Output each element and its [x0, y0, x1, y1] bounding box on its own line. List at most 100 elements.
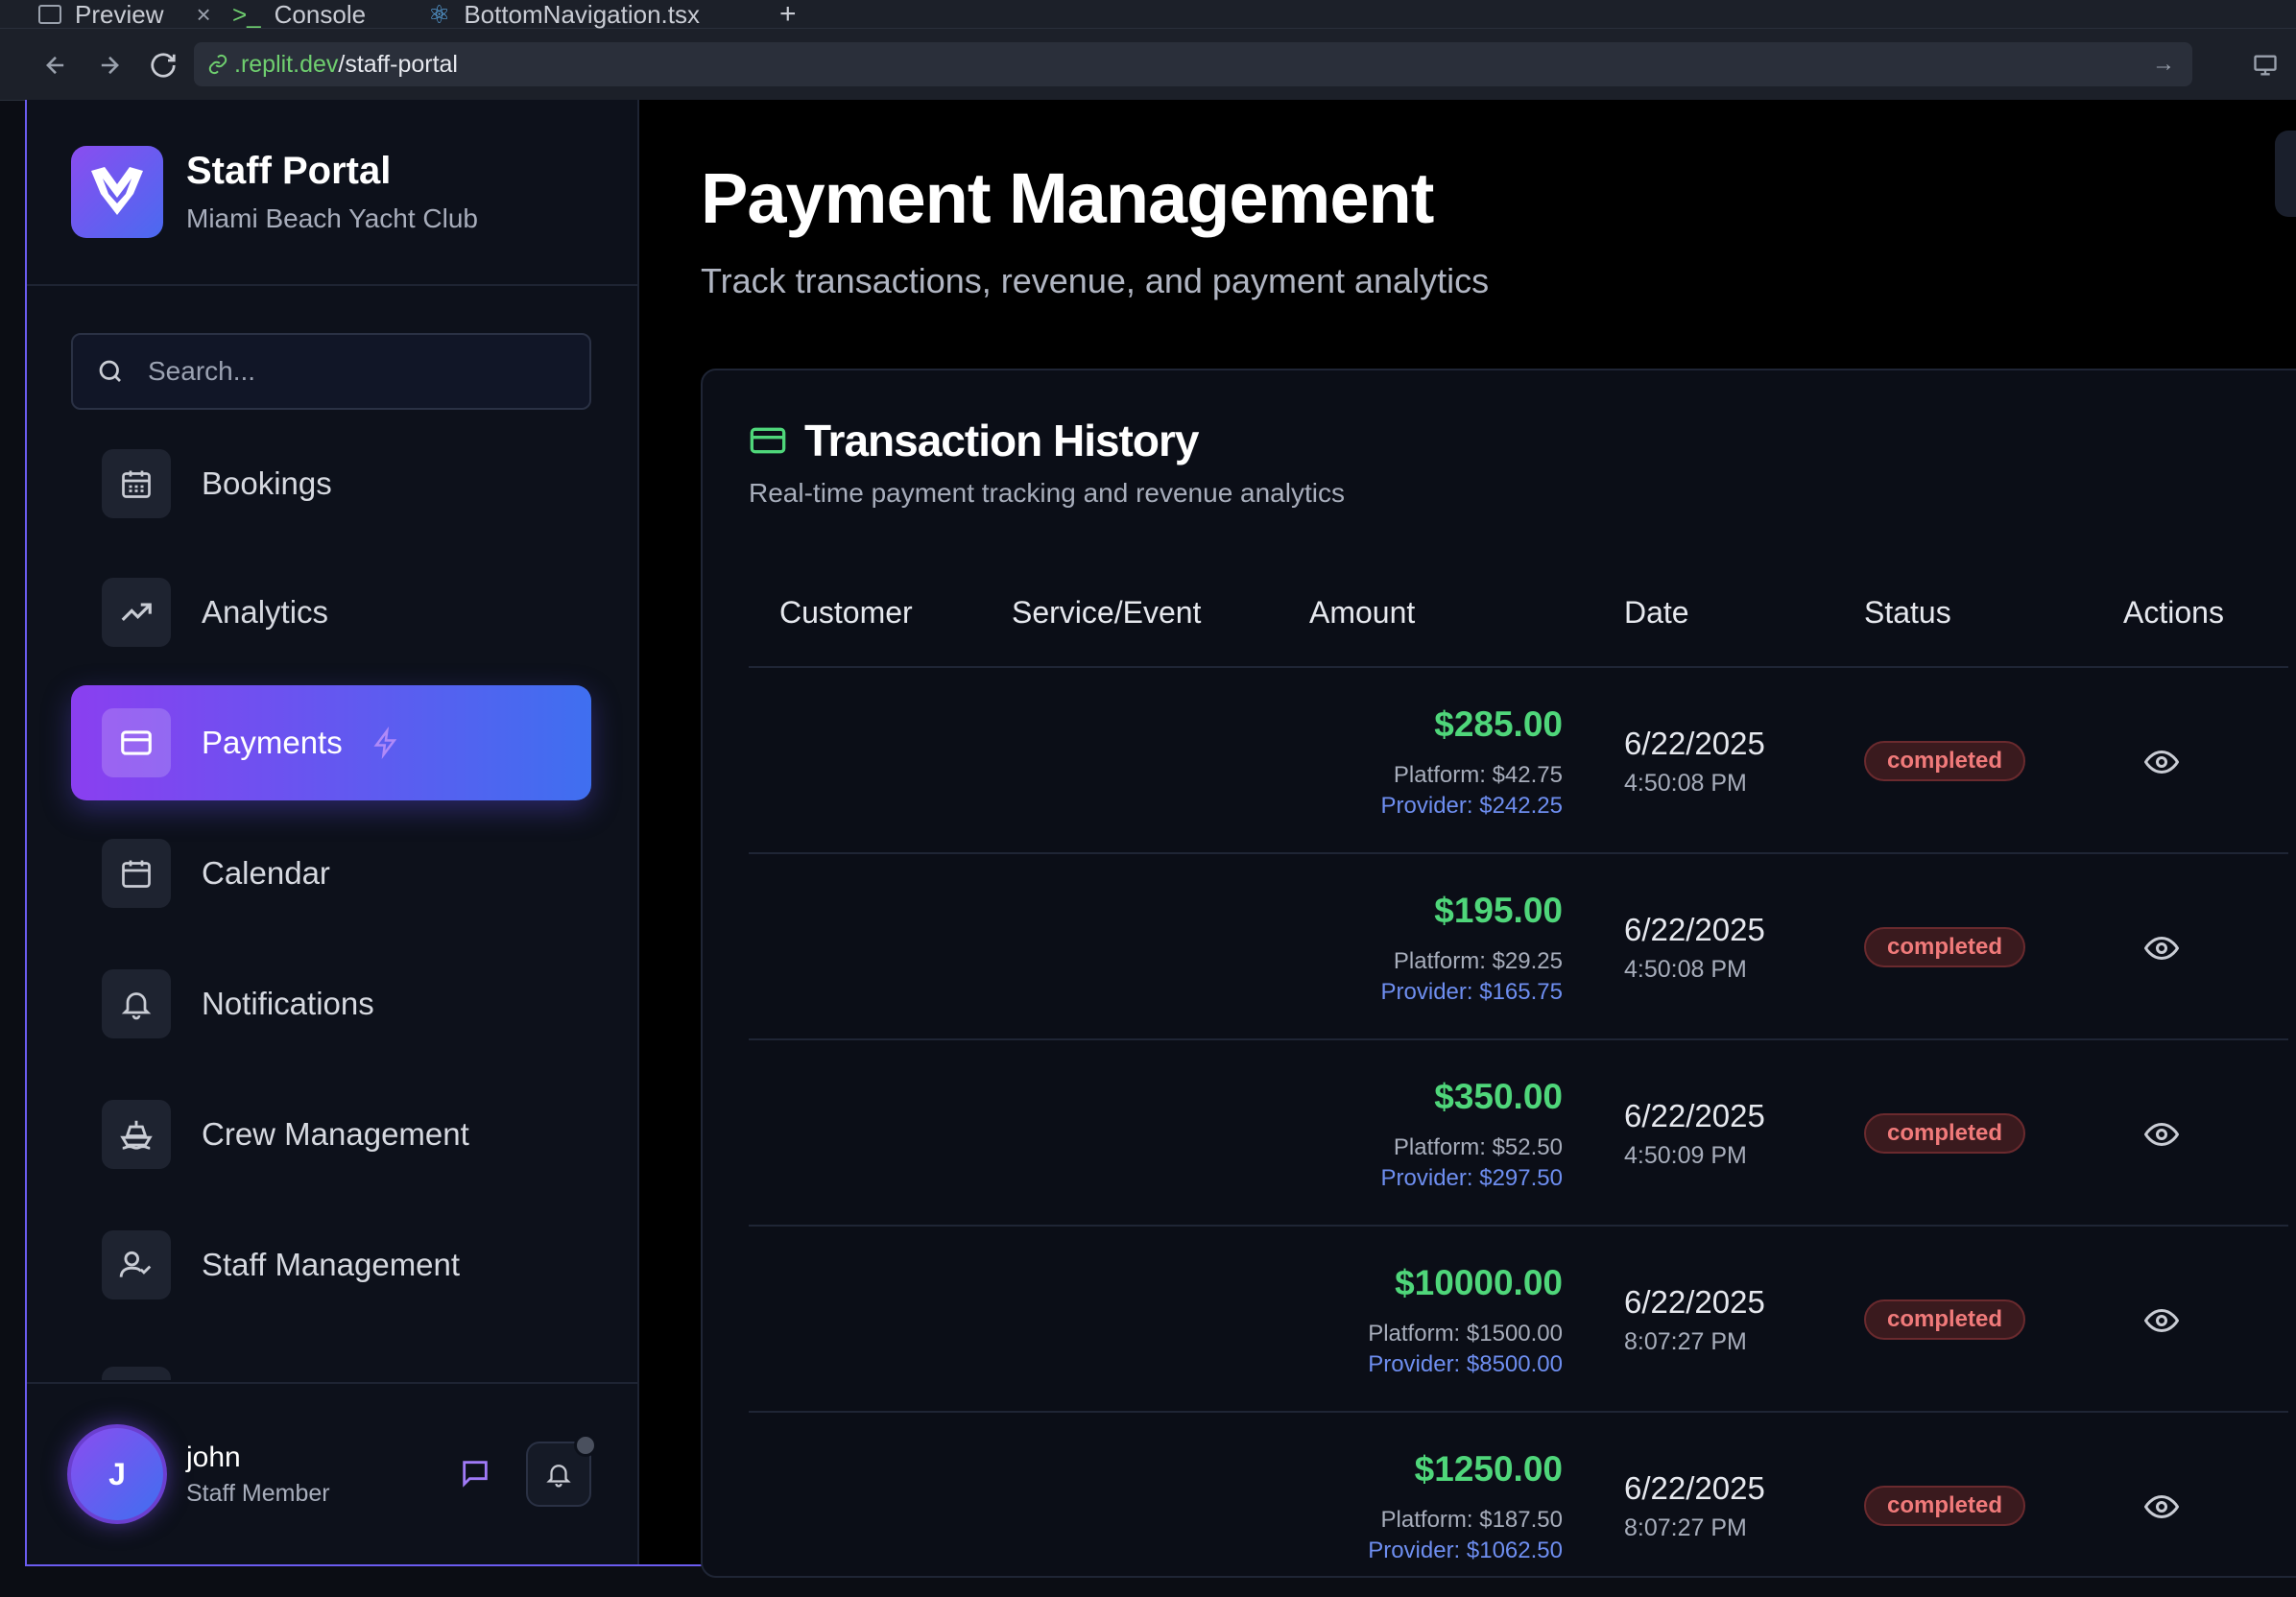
device-toggle-button[interactable] — [2246, 46, 2284, 84]
lightning-icon — [373, 727, 396, 759]
user-name: john — [186, 1442, 241, 1473]
back-button[interactable] — [36, 46, 75, 84]
amount-platform: Platform: $1500.00 — [1368, 1321, 1563, 1347]
transaction-date: 6/22/2025 — [1624, 726, 1765, 761]
transaction-date: 6/22/2025 — [1624, 912, 1765, 947]
amount-provider: Provider: $165.75 — [1380, 979, 1563, 1005]
message-button[interactable] — [459, 1457, 491, 1494]
arrow-right-icon — [101, 56, 119, 75]
column-header-customer[interactable]: Customer — [779, 595, 913, 631]
transaction-date: 6/22/2025 — [1624, 1098, 1765, 1133]
view-icon[interactable] — [2144, 1121, 2179, 1148]
sidebar-item-label: Analytics — [202, 594, 329, 630]
amount-provider: Provider: $8500.00 — [1368, 1351, 1563, 1377]
transaction-date: 6/22/2025 — [1624, 1284, 1765, 1320]
card-title: Transaction History — [804, 416, 1199, 465]
amount-provider: Provider: $297.50 — [1380, 1165, 1563, 1191]
reload-button[interactable] — [144, 46, 182, 84]
divider — [27, 284, 637, 286]
link-icon — [208, 54, 227, 75]
table-row[interactable] — [749, 852, 2288, 1038]
brand-title: Staff Portal — [186, 150, 392, 192]
logo-icon — [91, 167, 143, 215]
view-icon[interactable] — [2144, 1493, 2179, 1520]
transaction-time: 4:50:08 PM — [1624, 770, 1747, 797]
trending-up-icon — [102, 578, 171, 647]
reload-icon — [151, 53, 176, 78]
column-header-amount[interactable]: Amount — [1309, 595, 1415, 631]
sidebar-item-label: Bookings — [202, 465, 332, 501]
search-input[interactable]: Search... — [71, 333, 591, 410]
brand-logo — [71, 146, 163, 238]
credit-card-icon — [750, 427, 786, 454]
status-badge: completed — [1864, 1113, 2025, 1154]
calendar-icon — [102, 839, 171, 908]
tab-label: BottomNavigation.tsx — [464, 0, 700, 29]
sidebar-item-staff-management[interactable]: Staff Management — [71, 1207, 591, 1323]
view-icon[interactable] — [2144, 1307, 2179, 1334]
sidebar-item-calendar[interactable]: Calendar — [71, 816, 591, 931]
search-icon — [99, 360, 121, 382]
user-check-icon — [102, 1230, 171, 1299]
column-header-status[interactable]: Status — [1864, 595, 1951, 631]
transaction-date: 6/22/2025 — [1624, 1470, 1765, 1506]
bell-icon — [102, 969, 171, 1038]
transaction-time: 4:50:08 PM — [1624, 956, 1747, 983]
ship-icon — [102, 1100, 171, 1169]
sidebar-item-notifications[interactable]: Notifications — [71, 946, 591, 1061]
open-external-icon[interactable]: → — [2152, 51, 2175, 78]
notification-dot — [574, 1434, 597, 1457]
sidebar-item-analytics[interactable]: Analytics — [71, 555, 591, 670]
tab-label: Preview — [75, 0, 164, 29]
column-header-actions[interactable]: Actions — [2123, 595, 2224, 631]
amount-total: $1250.00 — [1414, 1449, 1563, 1489]
amount-total: $10000.00 — [1395, 1263, 1563, 1302]
monitor-icon — [38, 5, 61, 24]
avatar[interactable]: J — [67, 1424, 167, 1524]
url-field[interactable]: .replit.dev/staff-portal → — [194, 42, 2192, 86]
status-badge: completed — [1864, 927, 2025, 967]
status-badge: completed — [1864, 1486, 2025, 1526]
transaction-time: 8:07:27 PM — [1624, 1514, 1747, 1541]
message-icon — [463, 1461, 488, 1488]
arrow-left-icon — [46, 56, 64, 75]
sidebar-item-partial — [102, 1367, 171, 1380]
sidebar-item-label: Crew Management — [202, 1116, 469, 1152]
calendar-grid-icon — [102, 449, 171, 518]
sidebar-item-label: Notifications — [202, 986, 374, 1021]
browser-url-bar: .replit.dev/staff-portal → — [0, 29, 2296, 101]
tab-preview[interactable]: Preview × — [38, 0, 211, 29]
close-icon[interactable]: × — [196, 0, 210, 30]
tab-console[interactable]: >_ Console — [232, 0, 366, 29]
view-icon[interactable] — [2144, 935, 2179, 962]
tab-bottom-navigation[interactable]: ⚛ BottomNavigation.tsx — [428, 0, 700, 29]
column-header-date[interactable]: Date — [1624, 595, 1689, 631]
table-row[interactable] — [749, 1038, 2288, 1225]
status-badge: completed — [1864, 1299, 2025, 1340]
sidebar-item-label: Payments — [202, 725, 343, 760]
amount-platform: Platform: $42.75 — [1393, 762, 1563, 788]
sidebar-item-label: Staff Management — [202, 1247, 461, 1282]
user-role: Staff Member — [186, 1480, 330, 1507]
table-row[interactable] — [749, 1225, 2288, 1411]
sidebar-item-crew-management[interactable]: Crew Management — [71, 1077, 591, 1192]
new-tab-button[interactable]: + — [779, 0, 797, 30]
page-title: Payment Management — [701, 158, 1434, 238]
react-icon: ⚛ — [428, 0, 451, 29]
transaction-time: 8:07:27 PM — [1624, 1328, 1747, 1355]
search-placeholder: Search... — [148, 356, 256, 386]
top-right-control[interactable] — [2275, 131, 2296, 217]
sidebar-item-payments[interactable]: Payments — [71, 685, 591, 800]
credit-card-icon — [102, 708, 171, 777]
view-icon[interactable] — [2144, 749, 2179, 775]
table-row[interactable] — [749, 666, 2288, 852]
column-header-service[interactable]: Service/Event — [1012, 595, 1201, 631]
amount-platform: Platform: $29.25 — [1393, 948, 1563, 974]
forward-button[interactable] — [90, 46, 129, 84]
sidebar-item-label: Calendar — [202, 855, 330, 891]
table-row[interactable] — [749, 1411, 2288, 1597]
card-subtitle: Real-time payment tracking and revenue a… — [749, 478, 1345, 508]
monitor-icon — [2254, 55, 2277, 76]
amount-provider: Provider: $242.25 — [1380, 793, 1563, 819]
tab-label: Console — [274, 0, 367, 29]
